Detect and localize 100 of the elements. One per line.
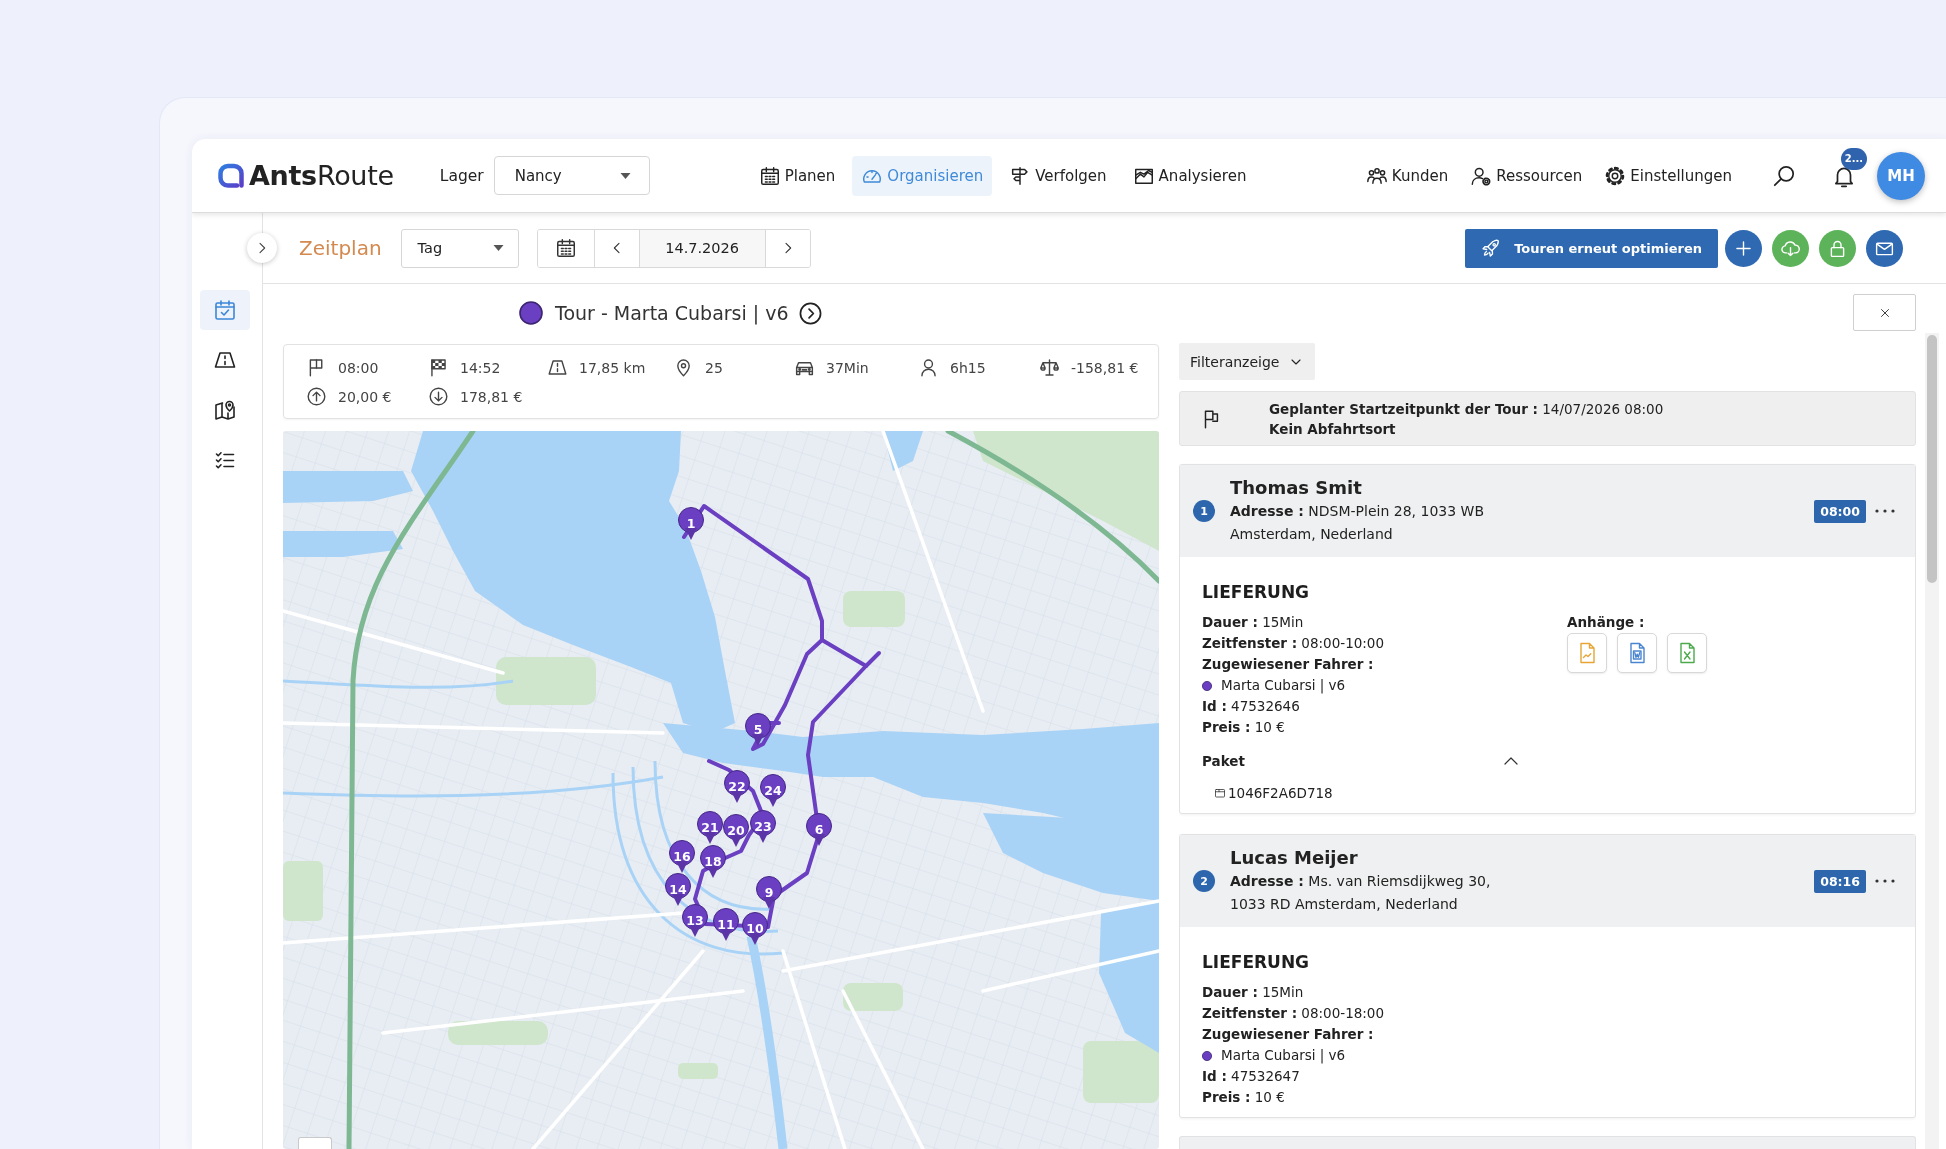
calendar-icon xyxy=(758,164,781,187)
tour-color-dot xyxy=(519,301,543,325)
customer-name: Lucas Meijer xyxy=(1230,846,1359,870)
package-label: Paket xyxy=(1202,753,1245,769)
tour-title: Tour - Marta Cubarsi | v6 xyxy=(555,302,789,324)
arrival-time: 08:16 xyxy=(1814,869,1866,893)
calendar-icon xyxy=(554,237,577,259)
stop-type: LIEFERUNG xyxy=(1202,581,1311,604)
add-button[interactable] xyxy=(1725,229,1762,267)
nav-link[interactable]: Einstellungen xyxy=(1595,155,1741,196)
departure-note: Kein Abfahrtsort xyxy=(1269,419,1397,439)
caret-icon xyxy=(619,172,631,179)
warehouse-label: Lager xyxy=(439,166,484,185)
tour-stat-value: 20,00 € xyxy=(338,388,392,405)
driver-name: Marta Cubarsi | v6 xyxy=(1221,676,1346,696)
detail-text: Dauer : 15Min xyxy=(1202,613,1305,632)
stop-type: LIEFERUNG xyxy=(1202,951,1311,974)
logo-text: AntsRoute xyxy=(249,160,394,191)
nav-tab[interactable]: Verfolgen xyxy=(1000,155,1116,196)
nav-link[interactable]: Kunden xyxy=(1356,155,1458,196)
detail-text: Preis : 10 € xyxy=(1202,1088,1286,1107)
more-icon xyxy=(1875,879,1895,883)
start-time-text: Geplanter Startzeitpunkt der Tour : 14/07/2026 08:00 xyxy=(1269,399,1664,419)
package-icon xyxy=(1214,787,1226,799)
arrow-up-circle-icon xyxy=(306,386,327,407)
stop-number: 2 xyxy=(1193,870,1215,892)
chevron-circle-icon[interactable] xyxy=(798,301,822,325)
view-dropdown[interactable]: Tag xyxy=(400,228,519,268)
caret-icon xyxy=(492,245,504,251)
attachment-button[interactable] xyxy=(1567,633,1607,673)
map-pin[interactable]: 1 xyxy=(678,507,704,541)
warehouse-dropdown[interactable]: Nancy xyxy=(493,156,650,195)
scale-icon xyxy=(1039,357,1060,378)
map-pin[interactable]: 18 xyxy=(700,845,726,879)
detail-heading: Zugewiesener Fahrer : xyxy=(1202,655,1375,674)
detail-text: Id : 47532646 xyxy=(1202,697,1301,716)
tour-stat-value: 25 xyxy=(705,359,723,376)
customer-name: Thomas Smit xyxy=(1230,476,1363,500)
nav-tab[interactable]: Analysieren xyxy=(1123,155,1256,196)
nav-tab[interactable]: Planen xyxy=(749,155,845,196)
map-pin[interactable]: 21 xyxy=(697,811,723,845)
settings-icon xyxy=(1604,164,1627,187)
map-pin[interactable]: 24 xyxy=(760,774,786,808)
attachment-button[interactable] xyxy=(1617,633,1657,673)
arrival-time: 08:00 xyxy=(1814,499,1866,523)
filter-dropdown[interactable]: Filteranzeige xyxy=(1179,343,1316,380)
road-icon xyxy=(547,357,568,378)
optimize-tours-button[interactable]: Touren erneut optimieren xyxy=(1465,228,1718,268)
map-pin[interactable]: 9 xyxy=(756,876,782,910)
customer-address: Adresse : Ms. van Riemsdijkweg 30, 1033 RD Amsterdam, Nederland xyxy=(1230,872,1492,914)
map-icon xyxy=(213,398,237,422)
package-id: 1046F2A6D718 xyxy=(1228,785,1333,801)
map-pin[interactable]: 23 xyxy=(750,810,776,844)
driver-color-dot xyxy=(1202,680,1212,691)
attachment-button[interactable] xyxy=(1667,633,1707,673)
more-icon xyxy=(1875,509,1895,513)
page-title: Zeitplan xyxy=(299,236,382,260)
map-pin[interactable]: 10 xyxy=(742,912,768,946)
tour-stat-value: 178,81 € xyxy=(460,388,523,405)
tour-stat-value: 14:52 xyxy=(460,359,501,376)
tour-stat-value: 6h15 xyxy=(950,359,986,376)
arrow-down-circle-icon xyxy=(428,386,449,407)
customer-address: Adresse : NDSM-Plein 28, 1033 WB Amsterdam, Nederland xyxy=(1230,502,1485,544)
stop-number: 1 xyxy=(1193,500,1215,522)
map-pin[interactable]: 22 xyxy=(724,770,750,804)
detail-text: Zeitfenster : 08:00-18:00 xyxy=(1202,1004,1386,1023)
download-button[interactable] xyxy=(1772,229,1809,267)
user-avatar[interactable]: MH xyxy=(1877,151,1925,200)
map-pin[interactable]: 13 xyxy=(682,904,708,938)
detail-heading: Zugewiesener Fahrer : xyxy=(1202,1025,1375,1044)
map-pin[interactable]: 20 xyxy=(723,814,749,848)
checkered-flag-icon xyxy=(428,357,449,378)
map-pin[interactable]: 5 xyxy=(745,713,771,747)
calendar-button[interactable] xyxy=(537,229,595,267)
detail-text: Preis : 10 € xyxy=(1202,718,1286,737)
rocket-icon xyxy=(1481,238,1502,258)
tour-stat-value: 17,85 km xyxy=(579,359,646,376)
nav-link[interactable]: Ressourcen xyxy=(1461,155,1592,196)
driver-name: Marta Cubarsi | v6 xyxy=(1221,1046,1346,1066)
map-pin[interactable]: 11 xyxy=(713,908,739,942)
person-icon xyxy=(918,357,939,378)
scrollbar-thumb[interactable] xyxy=(1927,335,1937,583)
detail-text: Id : 47532647 xyxy=(1202,1067,1301,1086)
tour-stat-value: -158,81 € xyxy=(1071,359,1139,376)
notification-badge: 2... xyxy=(1841,147,1867,170)
tour-stat-value: 37Min xyxy=(826,359,869,376)
tour-stat-value: 08:00 xyxy=(338,359,379,376)
map-pin[interactable]: 6 xyxy=(806,813,832,847)
lock-button[interactable] xyxy=(1819,229,1856,267)
date-button[interactable]: 14.7.2026 xyxy=(639,229,766,267)
mail-button[interactable] xyxy=(1866,229,1903,267)
expand-sidebar-button[interactable] xyxy=(247,233,277,263)
calendar-check-icon xyxy=(213,298,237,322)
map-pin[interactable]: 16 xyxy=(669,840,695,874)
map-pin[interactable]: 14 xyxy=(665,873,691,907)
driver-color-dot xyxy=(1202,1050,1212,1061)
detail-text: Zeitfenster : 08:00-10:00 xyxy=(1202,634,1386,653)
detail-text: Dauer : 15Min xyxy=(1202,983,1305,1002)
attachments-label: Anhänge : xyxy=(1567,613,1646,632)
logo-icon xyxy=(218,162,244,189)
